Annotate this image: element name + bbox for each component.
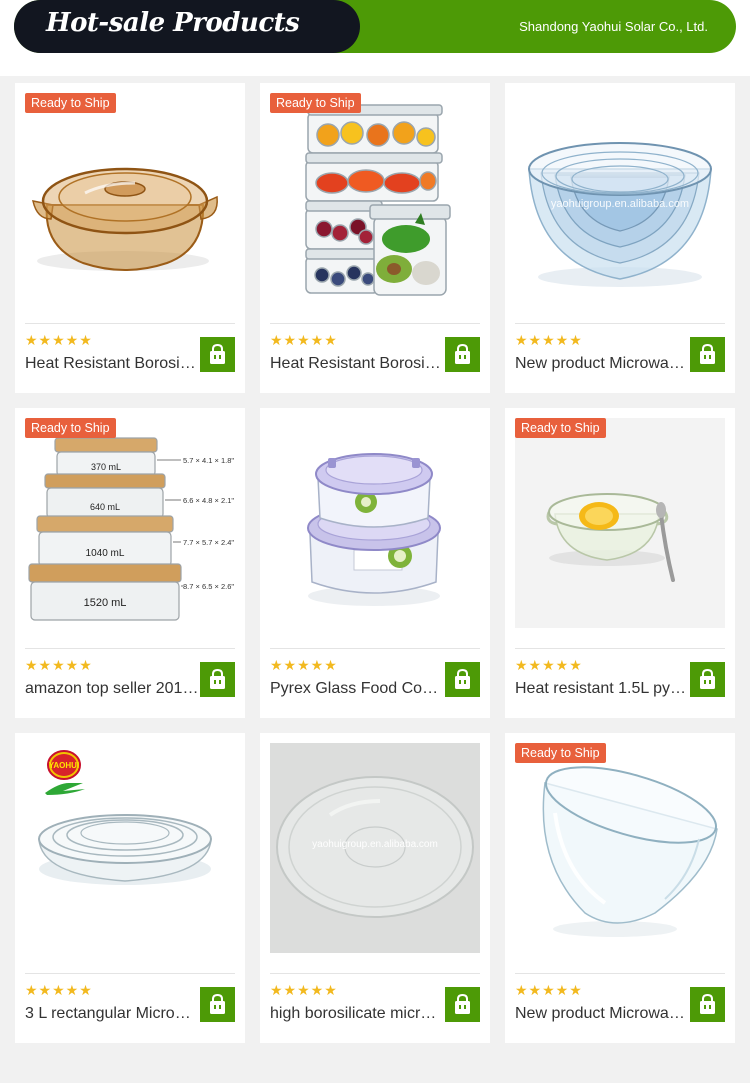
product-card[interactable]: Ready to Ship ★★★★★ Heat resistant 1.5L … <box>505 408 735 718</box>
card-divider <box>25 648 235 649</box>
star-rating: ★★★★★ <box>270 332 338 348</box>
product-name[interactable]: New product Microwave Glass Mixing Bowl <box>515 1004 689 1024</box>
meal-prep-containers-image <box>270 93 480 303</box>
card-divider <box>515 648 725 649</box>
hot-sale-header: Hot-sale Products Shandong Yaohui Solar … <box>14 0 736 53</box>
company-name: Shandong Yaohui Solar Co., Ltd. <box>519 19 708 34</box>
capacity-label: 370 mL <box>91 462 121 472</box>
add-to-cart-button[interactable] <box>445 662 480 697</box>
amber-casserole-image <box>25 93 235 303</box>
ready-to-ship-badge: Ready to Ship <box>270 93 361 113</box>
add-to-cart-button[interactable] <box>200 337 235 372</box>
product-card[interactable]: Ready to Ship ★★★★★ Heat Resistant Boros… <box>260 83 490 393</box>
star-rating: ★★★★★ <box>515 657 583 673</box>
card-divider <box>25 323 235 324</box>
shopping-bag-icon <box>455 993 470 1014</box>
card-divider <box>25 973 235 974</box>
size-label: 5.7 × 4.1 × 1.8" <box>183 456 234 465</box>
product-name[interactable]: Heat Resistant Borosilicate Glass Casser… <box>25 354 199 374</box>
shopping-bag-icon <box>455 668 470 689</box>
section-title: Hot-sale Products <box>46 8 300 38</box>
star-rating: ★★★★★ <box>515 332 583 348</box>
bamboo-lid-containers-image: 370 mL 640 mL 1040 mL 1520 mL 5.7 × 4.1 … <box>25 418 235 628</box>
product-card[interactable]: YAOHUI ★★★★★ 3 L rectangular Microwave G… <box>15 733 245 1043</box>
add-to-cart-button[interactable] <box>445 987 480 1022</box>
size-label: 7.7 × 5.7 × 2.4" <box>183 538 234 547</box>
baking-dishes-image: YAOHUI <box>25 743 235 953</box>
product-grid: Ready to Ship ★★★★★ Heat Resistant Boros… <box>0 76 750 1083</box>
shopping-bag-icon <box>700 993 715 1014</box>
card-divider <box>270 973 480 974</box>
star-rating: ★★★★★ <box>25 657 93 673</box>
microwave-plate-image: yaohuigroup.en.alibaba.com <box>270 743 480 953</box>
card-divider <box>515 323 725 324</box>
add-to-cart-button[interactable] <box>690 337 725 372</box>
size-label: 8.7 × 6.5 × 2.6" <box>183 582 234 591</box>
add-to-cart-button[interactable] <box>445 337 480 372</box>
product-image[interactable] <box>515 743 725 953</box>
shopping-bag-icon <box>700 668 715 689</box>
product-card[interactable]: yaohuigroup.en.alibaba.com ★★★★★ New pro… <box>505 83 735 393</box>
product-image[interactable] <box>515 418 725 628</box>
add-to-cart-button[interactable] <box>690 662 725 697</box>
shopping-bag-icon <box>210 343 225 364</box>
card-divider <box>270 648 480 649</box>
product-card[interactable]: Ready to Ship ★★★★★ New product Microwav… <box>505 733 735 1043</box>
shopping-bag-icon <box>700 343 715 364</box>
product-image[interactable] <box>270 418 480 628</box>
star-rating: ★★★★★ <box>515 982 583 998</box>
round-containers-image <box>270 418 480 628</box>
star-rating: ★★★★★ <box>270 982 338 998</box>
card-divider <box>515 973 725 974</box>
product-name[interactable]: Pyrex Glass Food Container Round <box>270 679 444 699</box>
product-image[interactable] <box>25 93 235 303</box>
product-name[interactable]: Heat resistant 1.5L pyrex glass bowl <box>515 679 689 699</box>
product-image[interactable]: 370 mL 640 mL 1040 mL 1520 mL 5.7 × 4.1 … <box>25 418 235 628</box>
product-name[interactable]: amazon top seller 2019 Glass Food Contai… <box>25 679 199 699</box>
product-image[interactable]: yaohuigroup.en.alibaba.com <box>515 93 725 303</box>
product-image[interactable] <box>270 93 480 303</box>
mixing-bowl-image <box>515 743 725 953</box>
add-to-cart-button[interactable] <box>200 662 235 697</box>
product-image[interactable]: YAOHUI <box>25 743 235 953</box>
nested-glass-bowls-image: yaohuigroup.en.alibaba.com <box>515 93 725 303</box>
star-rating: ★★★★★ <box>25 332 93 348</box>
add-to-cart-button[interactable] <box>690 987 725 1022</box>
capacity-label: 1040 mL <box>86 548 125 559</box>
product-image[interactable]: yaohuigroup.en.alibaba.com <box>270 743 480 953</box>
product-card[interactable]: 370 mL 640 mL 1040 mL 1520 mL 5.7 × 4.1 … <box>15 408 245 718</box>
ready-to-ship-badge: Ready to Ship <box>515 743 606 763</box>
product-name[interactable]: New product Microwave Glass Bowl Set <box>515 354 689 374</box>
shopping-bag-icon <box>210 993 225 1014</box>
product-card[interactable]: Ready to Ship ★★★★★ Heat Resistant Boros… <box>15 83 245 393</box>
size-label: 6.6 × 4.8 × 2.1" <box>183 496 234 505</box>
product-card[interactable]: ★★★★★ Pyrex Glass Food Container Round <box>260 408 490 718</box>
product-name[interactable]: Heat Resistant Borosilicate Glass Food C… <box>270 354 444 374</box>
ready-to-ship-badge: Ready to Ship <box>25 93 116 113</box>
glass-bowl-lemon-image <box>515 418 725 628</box>
svg-text:YAOHUI: YAOHUI <box>49 761 79 770</box>
product-card[interactable]: yaohuigroup.en.alibaba.com ★★★★★ high bo… <box>260 733 490 1043</box>
card-divider <box>270 323 480 324</box>
product-name[interactable]: 3 L rectangular Microwave Glass Dish <box>25 1004 199 1024</box>
watermark-text: yaohuigroup.en.alibaba.com <box>312 839 438 850</box>
watermark-text: yaohuigroup.en.alibaba.com <box>551 198 689 210</box>
star-rating: ★★★★★ <box>270 657 338 673</box>
shopping-bag-icon <box>455 343 470 364</box>
capacity-label: 640 mL <box>90 502 120 512</box>
star-rating: ★★★★★ <box>25 982 93 998</box>
ready-to-ship-badge: Ready to Ship <box>515 418 606 438</box>
capacity-label: 1520 mL <box>84 597 127 609</box>
add-to-cart-button[interactable] <box>200 987 235 1022</box>
product-name[interactable]: high borosilicate microwave glass plate <box>270 1004 444 1024</box>
ready-to-ship-badge: Ready to Ship <box>25 418 116 438</box>
shopping-bag-icon <box>210 668 225 689</box>
